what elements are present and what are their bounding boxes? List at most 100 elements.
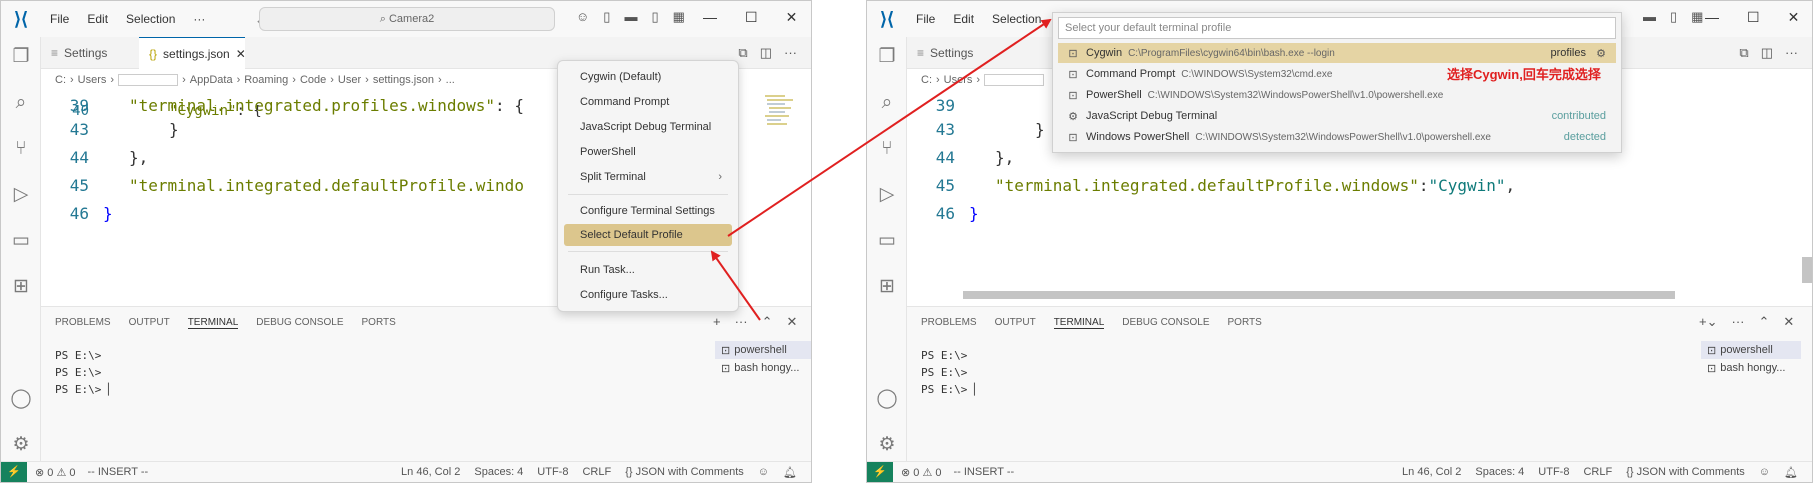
customize-layout-icon[interactable]: ▦ bbox=[673, 9, 685, 25]
menu-selection[interactable]: Selection bbox=[983, 12, 1050, 26]
vertical-scrollbar[interactable] bbox=[1802, 257, 1812, 283]
new-terminal-plus-icon[interactable]: + bbox=[713, 314, 721, 330]
source-control-icon[interactable]: ⑂ bbox=[875, 137, 899, 161]
encoding[interactable]: UTF-8 bbox=[537, 466, 568, 479]
notifications-bell-icon[interactable]: 🔔︎ bbox=[1784, 466, 1798, 479]
customize-layout-icon[interactable]: ▦ bbox=[1691, 9, 1703, 25]
split-editor-icon[interactable]: ◫ bbox=[1761, 45, 1773, 61]
copilot-status-icon[interactable]: ☺ bbox=[1759, 466, 1770, 479]
close-window-icon[interactable]: ✕ bbox=[786, 9, 798, 26]
breadcrumb-item[interactable]: ... bbox=[446, 74, 455, 86]
menu-item-configure-terminal-settings[interactable]: Configure Terminal Settings bbox=[564, 200, 732, 222]
menu-edit[interactable]: Edit bbox=[78, 12, 117, 26]
terminal-output[interactable]: PS E:\> PS E:\> PS E:\> ▏ bbox=[55, 347, 115, 398]
breadcrumb-item[interactable]: Users bbox=[78, 74, 107, 86]
menu-item-cygwin-default[interactable]: Cygwin (Default) bbox=[564, 66, 732, 88]
indentation[interactable]: Spaces: 4 bbox=[1475, 466, 1524, 479]
cursor-position[interactable]: Ln 46, Col 2 bbox=[1402, 466, 1461, 479]
menu-item-js-debug-terminal[interactable]: JavaScript Debug Terminal bbox=[564, 116, 732, 138]
more-actions-icon[interactable]: ··· bbox=[784, 45, 797, 61]
more-actions-icon[interactable]: ··· bbox=[1785, 45, 1798, 61]
breadcrumb-item[interactable]: settings.json bbox=[373, 74, 434, 86]
menu-file[interactable]: File bbox=[907, 12, 944, 26]
menu-selection[interactable]: Selection bbox=[117, 12, 184, 26]
panel-more-icon[interactable]: ··· bbox=[735, 314, 748, 330]
configure-gear-icon[interactable]: ⚙ bbox=[1596, 47, 1606, 60]
menu-item-select-default-profile[interactable]: Select Default Profile bbox=[564, 224, 732, 246]
tab-settings[interactable]: ≡ Settings bbox=[907, 37, 1005, 69]
terminal-output[interactable]: PS E:\> PS E:\> PS E:\> ▏ bbox=[921, 347, 981, 398]
cursor-position[interactable]: Ln 46, Col 2 bbox=[401, 466, 460, 479]
extensions-icon[interactable]: ⊞ bbox=[9, 275, 33, 299]
tab-output[interactable]: OUTPUT bbox=[995, 317, 1036, 329]
copilot-status-icon[interactable]: ☺ bbox=[758, 466, 769, 479]
remote-explorer-icon[interactable]: ▭ bbox=[9, 229, 33, 253]
tab-problems[interactable]: PROBLEMS bbox=[55, 317, 111, 329]
run-debug-icon[interactable]: ▷ bbox=[9, 183, 33, 207]
tab-debug-console[interactable]: DEBUG CONSOLE bbox=[1122, 317, 1209, 329]
maximize-icon[interactable]: ☐ bbox=[745, 9, 758, 26]
tab-debug-console[interactable]: DEBUG CONSOLE bbox=[256, 317, 343, 329]
open-settings-ui-icon[interactable]: ⧉ bbox=[738, 45, 747, 61]
line-ending[interactable]: CRLF bbox=[1583, 466, 1612, 479]
quickpick-item-powershell[interactable]: ⊡ PowerShell C:\WINDOWS\System32\Windows… bbox=[1058, 85, 1616, 105]
maximize-panel-chevron-up-icon[interactable]: ⌃ bbox=[762, 314, 773, 330]
toggle-secondary-sidebar-icon[interactable]: ▯ bbox=[1670, 9, 1677, 25]
command-center-search[interactable]: ⌕ Camera2 bbox=[259, 7, 555, 31]
indentation[interactable]: Spaces: 4 bbox=[474, 466, 523, 479]
tab-terminal[interactable]: TERMINAL bbox=[1053, 317, 1105, 329]
run-debug-icon[interactable]: ▷ bbox=[875, 183, 899, 207]
menu-file[interactable]: File bbox=[41, 12, 78, 26]
accounts-icon[interactable]: ◯ bbox=[875, 387, 899, 411]
breadcrumb-item[interactable]: C: bbox=[55, 74, 66, 86]
horizontal-scrollbar[interactable] bbox=[963, 291, 1675, 299]
explorer-icon[interactable]: ❐ bbox=[9, 45, 33, 69]
tab-terminal[interactable]: TERMINAL bbox=[187, 317, 239, 329]
menu-item-command-prompt[interactable]: Command Prompt bbox=[564, 91, 732, 113]
extensions-icon[interactable]: ⊞ bbox=[875, 275, 899, 299]
language-mode[interactable]: {} JSON with Comments bbox=[625, 466, 744, 479]
tab-ports[interactable]: PORTS bbox=[1228, 317, 1262, 329]
new-terminal-plus-icon[interactable]: +⌄ bbox=[1699, 314, 1717, 330]
tab-problems[interactable]: PROBLEMS bbox=[921, 317, 977, 329]
tab-settings-json[interactable]: {} settings.json ✕ bbox=[139, 37, 246, 69]
search-view-icon[interactable]: ⌕ bbox=[875, 91, 899, 115]
copilot-icon[interactable]: ☺ bbox=[576, 9, 589, 25]
minimap[interactable] bbox=[763, 91, 803, 151]
quickpick-item-cygwin[interactable]: ⊡ Cygwin C:\ProgramFiles\cygwin64\bin\ba… bbox=[1058, 43, 1616, 63]
menu-item-powershell[interactable]: PowerShell bbox=[564, 141, 732, 163]
manage-gear-icon[interactable]: ⚙ bbox=[9, 433, 33, 457]
toggle-panel-icon[interactable]: ▬ bbox=[624, 9, 637, 25]
breadcrumb-item[interactable]: Code bbox=[300, 74, 326, 86]
quickpick-input[interactable]: Select your default terminal profile bbox=[1058, 17, 1616, 39]
terminal-instance-powershell[interactable]: ⊡ powershell bbox=[715, 341, 811, 359]
menu-more[interactable]: ··· bbox=[184, 12, 214, 26]
search-view-icon[interactable]: ⌕ bbox=[9, 91, 33, 115]
tab-output[interactable]: OUTPUT bbox=[129, 317, 170, 329]
minimize-icon[interactable]: — bbox=[703, 9, 717, 26]
line-ending[interactable]: CRLF bbox=[582, 466, 611, 479]
toggle-primary-sidebar-icon[interactable]: ▯ bbox=[603, 9, 610, 25]
close-panel-icon[interactable]: ✕ bbox=[1783, 314, 1794, 330]
tab-settings[interactable]: ≡ Settings bbox=[41, 37, 139, 69]
notifications-bell-icon[interactable]: 🔔︎ bbox=[783, 466, 797, 479]
panel-more-icon[interactable]: ··· bbox=[1731, 314, 1744, 330]
menu-item-run-task[interactable]: Run Task... bbox=[564, 259, 732, 281]
problems-count[interactable]: ⊗ 0 ⚠ 0 bbox=[901, 466, 941, 479]
quickpick-item-windows-powershell[interactable]: ⊡ Windows PowerShell C:\WINDOWS\System32… bbox=[1058, 127, 1616, 147]
menu-item-split-terminal[interactable]: Split Terminal › bbox=[564, 166, 732, 188]
source-control-icon[interactable]: ⑂ bbox=[9, 137, 33, 161]
menu-edit[interactable]: Edit bbox=[944, 12, 983, 26]
terminal-instance-powershell[interactable]: ⊡ powershell bbox=[1701, 341, 1801, 359]
language-mode[interactable]: {} JSON with Comments bbox=[1626, 466, 1745, 479]
minimize-icon[interactable]: — bbox=[1705, 9, 1719, 26]
manage-gear-icon[interactable]: ⚙ bbox=[875, 433, 899, 457]
quickpick-item-js-debug-terminal[interactable]: ⚙ JavaScript Debug Terminal contributed bbox=[1058, 106, 1616, 126]
maximize-icon[interactable]: ☐ bbox=[1747, 9, 1760, 26]
breadcrumb-item[interactable]: Roaming bbox=[244, 74, 288, 86]
terminal-instance-bash[interactable]: ⊡ bash hongy... bbox=[1701, 359, 1801, 377]
close-window-icon[interactable]: ✕ bbox=[1788, 9, 1800, 26]
breadcrumb-item[interactable]: C: bbox=[921, 74, 932, 86]
open-settings-ui-icon[interactable]: ⧉ bbox=[1739, 45, 1748, 61]
breadcrumb-item[interactable]: User bbox=[338, 74, 361, 86]
